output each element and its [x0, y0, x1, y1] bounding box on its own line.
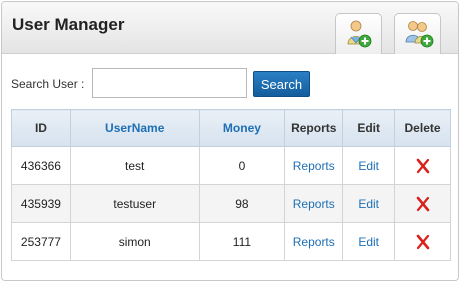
reports-link[interactable]: Reports [293, 197, 335, 211]
cell-reports: Reports [284, 184, 344, 223]
column-header-username[interactable]: UserName [69, 109, 200, 147]
page-title: User Manager [12, 15, 125, 34]
column-header-delete: Delete [394, 109, 451, 147]
column-header-reports: Reports [284, 109, 344, 147]
cell-id: 253777 [11, 222, 71, 261]
user-manager-panel: User Manager Search User: Search ID Use… [1, 1, 459, 281]
cell-reports: Reports [284, 222, 344, 261]
add-user-icon [347, 20, 372, 48]
delete-x-icon[interactable] [415, 196, 431, 212]
table-row: 435939 testuser 98 Reports Edit [11, 184, 451, 223]
cell-edit: Edit [342, 184, 396, 223]
cell-money: 111 [198, 222, 286, 261]
cell-money: 98 [198, 184, 286, 223]
cell-delete [394, 184, 451, 223]
cell-id: 436366 [11, 146, 71, 185]
table-header-row: ID UserName Money Reports Edit Delete [11, 109, 451, 147]
table-row: 253777 simon 111 Reports Edit [11, 222, 451, 261]
cell-edit: Edit [342, 146, 396, 185]
add-user-button[interactable] [335, 13, 382, 54]
cell-money: 0 [198, 146, 286, 185]
column-header-edit: Edit [342, 109, 396, 147]
cell-username: simon [69, 222, 200, 261]
add-group-icon [405, 21, 434, 48]
delete-x-icon[interactable] [415, 234, 431, 250]
edit-link[interactable]: Edit [358, 159, 379, 173]
column-header-money[interactable]: Money [198, 109, 286, 147]
delete-x-icon[interactable] [415, 158, 431, 174]
search-bar: Search User : Search [11, 68, 451, 98]
cell-delete [394, 222, 451, 261]
table-row: 436366 test 0 Reports Edit [11, 146, 451, 185]
cell-edit: Edit [342, 222, 396, 261]
edit-link[interactable]: Edit [358, 235, 379, 249]
reports-link[interactable]: Reports [293, 235, 335, 249]
cell-username: test [69, 146, 200, 185]
search-button[interactable]: Search [253, 71, 310, 97]
cell-id: 435939 [11, 184, 71, 223]
users-table: ID UserName Money Reports Edit Delete 43… [11, 109, 451, 261]
search-label: Search User : [11, 77, 85, 91]
cell-delete [394, 146, 451, 185]
cell-reports: Reports [284, 146, 344, 185]
panel-header: User Manager [2, 2, 458, 54]
edit-link[interactable]: Edit [358, 197, 379, 211]
column-header-id: ID [11, 109, 71, 147]
reports-link[interactable]: Reports [293, 159, 335, 173]
cell-username: testuser [69, 184, 200, 223]
search-input[interactable] [92, 68, 247, 98]
add-group-button[interactable] [394, 13, 441, 54]
